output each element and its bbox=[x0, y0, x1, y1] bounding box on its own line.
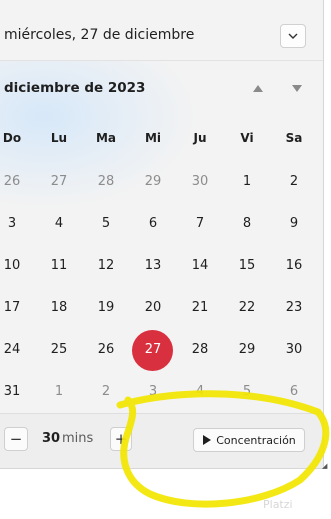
day-cell[interactable]: 30 bbox=[180, 172, 220, 192]
calendar-flyout: miércoles, 27 de diciembre diciembre de … bbox=[0, 0, 324, 469]
day-cell[interactable]: 20 bbox=[133, 298, 173, 318]
day-cell[interactable]: 3 bbox=[133, 382, 173, 402]
day-cell[interactable]: 23 bbox=[274, 298, 314, 318]
day-cell[interactable]: 6 bbox=[274, 382, 314, 402]
collapse-calendar-button[interactable] bbox=[280, 24, 306, 48]
increase-minutes-button[interactable]: + bbox=[110, 427, 132, 451]
day-cell[interactable]: 24 bbox=[0, 340, 32, 360]
current-date-label: miércoles, 27 de diciembre bbox=[4, 27, 195, 43]
day-cell[interactable]: 29 bbox=[227, 340, 267, 360]
day-cell[interactable]: 2 bbox=[86, 382, 126, 402]
day-cell[interactable]: 21 bbox=[180, 298, 220, 318]
day-cell[interactable]: 28 bbox=[86, 172, 126, 192]
day-cell[interactable]: 7 bbox=[180, 214, 220, 234]
day-cell[interactable]: 5 bbox=[86, 214, 126, 234]
minutes-value: 30 bbox=[42, 431, 61, 446]
day-cell[interactable]: 1 bbox=[39, 382, 79, 402]
day-cell[interactable]: 14 bbox=[180, 256, 220, 276]
weekday-label: Mi bbox=[144, 131, 162, 145]
minutes-unit: mins bbox=[62, 431, 94, 446]
day-cell[interactable]: 2 bbox=[274, 172, 314, 192]
day-cell[interactable]: 1 bbox=[227, 172, 267, 192]
day-cell[interactable]: 31 bbox=[0, 382, 32, 402]
weekday-label: Ju bbox=[193, 131, 207, 145]
day-cell[interactable]: 22 bbox=[227, 298, 267, 318]
day-cell[interactable]: 28 bbox=[180, 340, 220, 360]
day-cell[interactable]: 8 bbox=[227, 214, 267, 234]
day-cell[interactable]: 9 bbox=[274, 214, 314, 234]
month-title[interactable]: diciembre de 2023 bbox=[4, 80, 145, 96]
day-cell[interactable]: 19 bbox=[86, 298, 126, 318]
day-cell[interactable]: 18 bbox=[39, 298, 79, 318]
next-month-icon[interactable] bbox=[292, 85, 302, 92]
day-cell[interactable]: 11 bbox=[39, 256, 79, 276]
weekday-label: Sa bbox=[285, 131, 303, 145]
day-cell[interactable]: 25 bbox=[39, 340, 79, 360]
focus-button-label: Concentración bbox=[216, 433, 296, 447]
day-cell[interactable]: 26 bbox=[0, 172, 32, 192]
day-cell[interactable]: 17 bbox=[0, 298, 32, 318]
day-cell[interactable]: 12 bbox=[86, 256, 126, 276]
decrease-minutes-button[interactable]: − bbox=[4, 427, 28, 451]
day-cell-today[interactable]: 27 bbox=[133, 340, 173, 360]
day-cell[interactable]: 4 bbox=[39, 214, 79, 234]
play-icon bbox=[203, 435, 212, 445]
day-cell[interactable]: 15 bbox=[227, 256, 267, 276]
focus-session-bar: − 30 mins + Concentración bbox=[0, 413, 323, 468]
day-cell[interactable]: 3 bbox=[0, 214, 32, 234]
day-cell[interactable]: 27 bbox=[39, 172, 79, 192]
date-header[interactable]: miércoles, 27 de diciembre bbox=[0, 0, 323, 61]
day-cell[interactable]: 29 bbox=[133, 172, 173, 192]
weekday-label: Vi bbox=[240, 131, 254, 145]
resize-grip-icon[interactable]: ◢ bbox=[322, 462, 327, 470]
day-cell[interactable]: 30 bbox=[274, 340, 314, 360]
day-cell[interactable]: 5 bbox=[227, 382, 267, 402]
watermark: Platzi bbox=[263, 498, 293, 511]
day-cell[interactable]: 4 bbox=[180, 382, 220, 402]
day-cell[interactable]: 26 bbox=[86, 340, 126, 360]
start-focus-button[interactable]: Concentración bbox=[193, 428, 305, 452]
previous-month-icon[interactable] bbox=[253, 85, 263, 92]
day-cell[interactable]: 10 bbox=[0, 256, 32, 276]
day-cell[interactable]: 16 bbox=[274, 256, 314, 276]
weekday-label: Ma bbox=[95, 131, 117, 145]
day-cell[interactable]: 13 bbox=[133, 256, 173, 276]
weekday-label: Do bbox=[2, 131, 22, 145]
weekday-label: Lu bbox=[50, 131, 68, 145]
day-cell[interactable]: 6 bbox=[133, 214, 173, 234]
chevron-down-icon bbox=[288, 33, 298, 39]
